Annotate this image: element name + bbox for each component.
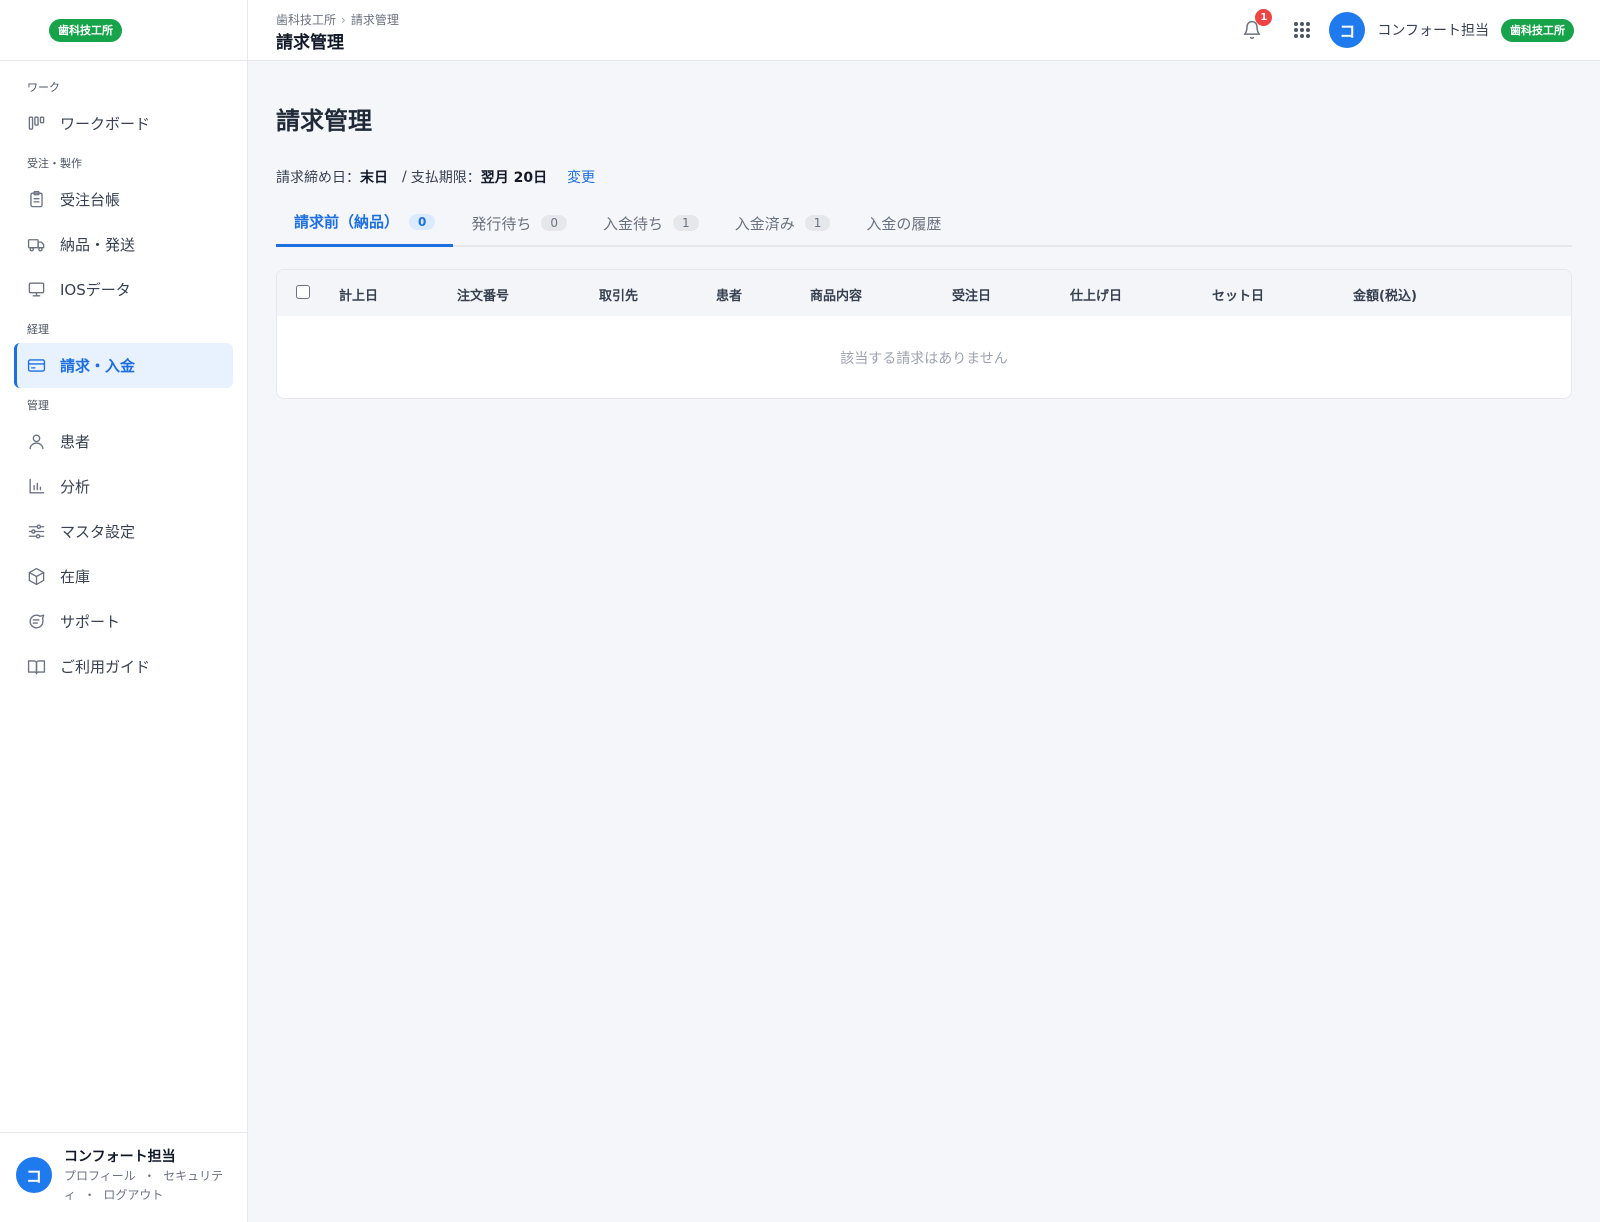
column-header[interactable]: 金額(税込): [1353, 285, 1417, 304]
closing-date-label: 請求締め日：: [276, 170, 360, 186]
clipboard-icon: [27, 190, 46, 209]
header-title: 請求管理: [276, 33, 344, 53]
sidebar-item[interactable]: 患者: [14, 419, 233, 464]
sidebar-item-label: 患者: [60, 433, 91, 451]
sidebar-item-label: 請求・入金: [60, 357, 136, 375]
grid-icon: [1294, 22, 1311, 38]
status-tab[interactable]: 発行待ち 0: [453, 199, 585, 247]
tab-count-badge: 0: [541, 215, 568, 231]
billing-settings-summary: 請求締め日： 末日 / 支払期限： 翌月 20日 変更: [276, 167, 595, 187]
sidebar-section-heading: 経理: [27, 323, 49, 336]
closing-date-value: 末日: [360, 170, 388, 186]
org-badge: 歯科技工所: [1501, 18, 1574, 42]
sidebar-item-label: 受注台帳: [60, 191, 121, 209]
sidebar-section-heading: ワーク: [27, 81, 60, 94]
box-icon: [27, 567, 46, 586]
sidebar-item[interactable]: サポート: [14, 599, 233, 644]
column-header[interactable]: 受注日: [952, 285, 991, 304]
column-header[interactable]: 商品内容: [810, 285, 862, 304]
top-header: 歯科技工所 › 請求管理 請求管理 1 コ コンフォート担当 歯科技工所: [248, 0, 1600, 61]
truck-icon: [27, 235, 46, 254]
sidebar-item[interactable]: 納品・発送: [14, 222, 233, 267]
select-all-checkbox[interactable]: [296, 285, 310, 299]
sidebar-item[interactable]: マスタ設定: [14, 509, 233, 554]
column-header[interactable]: 取引先: [599, 285, 638, 304]
sidebar-section-heading: 受注・製作: [27, 157, 82, 170]
sidebar-item-label: サポート: [60, 613, 121, 631]
sidebar-item[interactable]: 受注台帳: [14, 177, 233, 222]
column-header[interactable]: 患者: [716, 285, 742, 304]
tab-label: 請求前（納品）: [294, 213, 400, 231]
kanban-icon: [27, 114, 46, 133]
avatar[interactable]: コ: [16, 1157, 52, 1193]
monitor-icon: [27, 280, 46, 299]
sidebar: 歯科技工所 ワークワークボード受注・製作受注台帳納品・発送 IOSデータ経理請求・…: [0, 0, 248, 1222]
chat-icon: [27, 612, 46, 631]
profile-link[interactable]: プロフィール: [64, 1169, 136, 1183]
page-title: 請求管理: [276, 107, 372, 135]
sliders-icon: [27, 522, 46, 541]
sidebar-item[interactable]: IOSデータ: [14, 267, 233, 312]
tab-label: 発行待ち: [471, 214, 532, 233]
due-date-label: 支払期限：: [410, 170, 481, 186]
sidebar-item[interactable]: ワークボード: [14, 101, 233, 146]
sidebar-item[interactable]: ご利用ガイド: [14, 644, 233, 689]
breadcrumb-item-current: 請求管理: [350, 13, 399, 27]
brand-badge[interactable]: 歯科技工所: [49, 18, 122, 42]
header-user-name[interactable]: コンフォート担当: [1377, 20, 1489, 40]
user-icon: [27, 432, 46, 451]
sidebar-item[interactable]: 分析: [14, 464, 233, 509]
breadcrumb-item-root[interactable]: 歯科技工所: [276, 13, 336, 27]
sidebar-item[interactable]: 在庫: [14, 554, 233, 599]
app-launcher-button[interactable]: [1289, 17, 1315, 43]
breadcrumb-separator: ›: [341, 13, 346, 27]
sidebar-item-label: 分析: [60, 478, 91, 496]
info-separator: /: [402, 169, 407, 185]
status-tab[interactable]: 入金待ち 1: [585, 199, 717, 247]
bar-chart-icon: [27, 477, 46, 496]
link-separator: ・: [143, 1169, 156, 1183]
status-tab[interactable]: 請求前（納品） 0: [276, 199, 454, 247]
tab-label: 入金待ち: [603, 214, 664, 233]
tab-label: 入金済み: [734, 214, 795, 233]
change-link[interactable]: 変更: [567, 167, 595, 187]
sidebar-user-name: コンフォート担当: [64, 1149, 176, 1165]
due-date-value: 翌月 20日: [480, 170, 548, 186]
status-tabs: 請求前（納品） 0 発行待ち 0 入金待ち 1 入金済み 1 入金の履歴: [276, 199, 1572, 247]
column-header[interactable]: セット日: [1212, 285, 1264, 304]
sidebar-section-heading: 管理: [27, 399, 49, 412]
invoice-table: 計上日 注文番号 取引先 患者 商品内容 受注日 仕上げ日 セット日 金額(税込) 該当する請求…: [276, 269, 1572, 399]
tab-count-badge: 0: [409, 213, 436, 230]
sidebar-item-label: IOSデータ: [60, 281, 131, 299]
sidebar-item-label: 納品・発送: [60, 236, 136, 254]
column-header[interactable]: 仕上げ日: [1070, 285, 1122, 304]
sidebar-user-panel: コ コンフォート担当 プロフィール ・ セキュリティ ・ ログアウト: [0, 1132, 247, 1222]
sidebar-user-links: プロフィール ・ セキュリティ ・ ログアウト: [64, 1167, 232, 1205]
notification-count-badge: 1: [1255, 9, 1273, 26]
breadcrumb: 歯科技工所 › 請求管理: [276, 11, 399, 28]
notification-button[interactable]: 1: [1239, 9, 1273, 43]
tab-count-badge: 1: [673, 215, 699, 231]
sidebar-item[interactable]: 請求・入金: [14, 343, 233, 388]
tab-count-badge: 1: [804, 215, 831, 231]
sidebar-item-label: 在庫: [60, 568, 91, 586]
logout-link[interactable]: ログアウト: [103, 1188, 163, 1202]
status-tab[interactable]: 入金済み 1: [717, 199, 849, 247]
header-avatar[interactable]: コ: [1329, 12, 1366, 48]
sidebar-logo: 歯科技工所: [0, 0, 247, 61]
link-separator: ・: [83, 1188, 96, 1202]
book-icon: [27, 657, 46, 676]
sidebar-item-label: ワークボード: [60, 115, 151, 133]
sidebar-item-label: マスタ設定: [60, 523, 136, 541]
column-header[interactable]: 計上日: [339, 285, 378, 304]
empty-state-message: 該当する請求はありません: [840, 351, 1008, 367]
credit-card-icon: [27, 356, 46, 375]
sidebar-nav: ワークワークボード受注・製作受注台帳納品・発送 IOSデータ経理請求・入金管理患者…: [0, 61, 247, 689]
status-tab[interactable]: 入金の履歴: [848, 199, 959, 247]
sidebar-item-label: ご利用ガイド: [60, 658, 151, 676]
column-header[interactable]: 注文番号: [457, 285, 509, 304]
table-header: 計上日 注文番号 取引先 患者 商品内容 受注日 仕上げ日 セット日 金額(税込): [277, 270, 1571, 316]
main-content: 請求管理 請求締め日： 末日 / 支払期限： 翌月 20日 変更 請求前（納品）…: [248, 61, 1600, 1222]
tab-label: 入金の履歴: [866, 214, 942, 233]
